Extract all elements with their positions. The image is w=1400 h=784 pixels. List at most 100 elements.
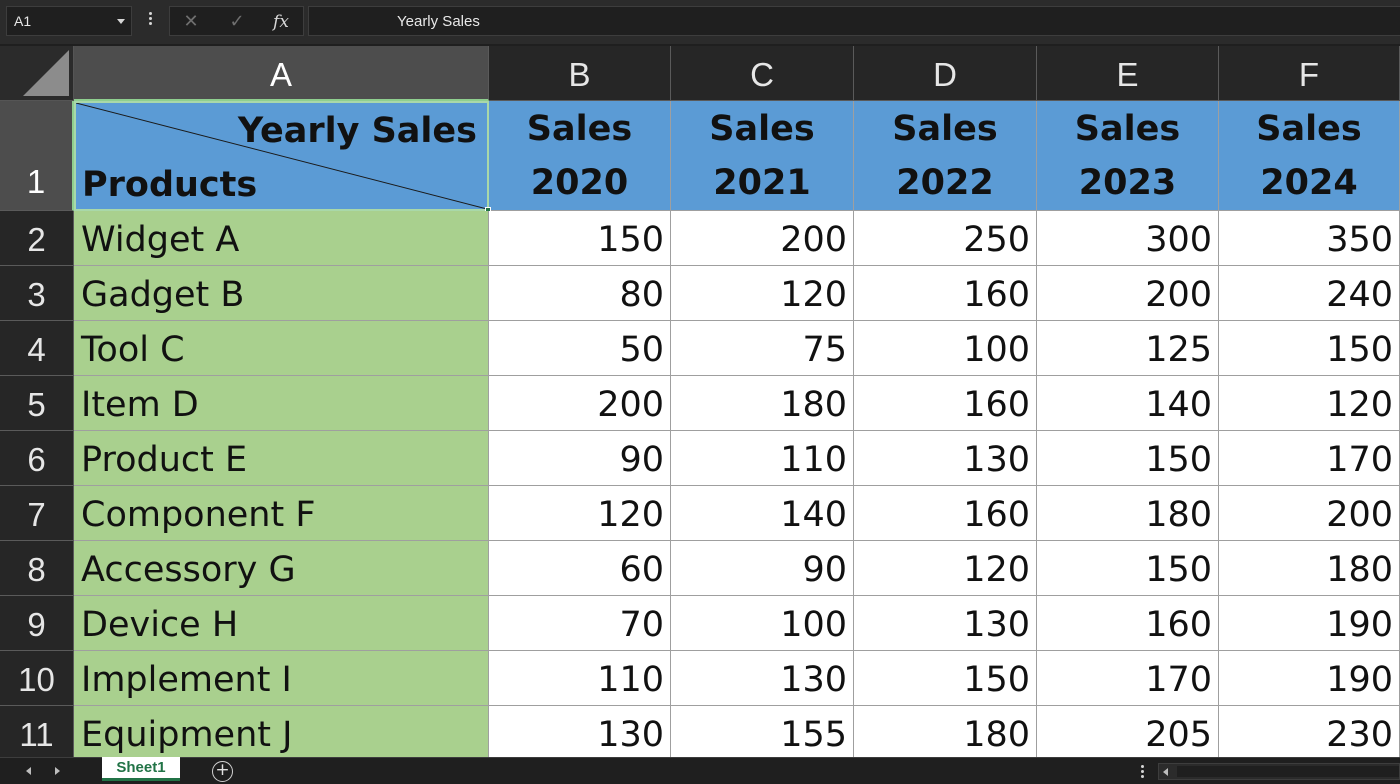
tab-bar-options-icon[interactable] bbox=[1139, 765, 1145, 781]
product-name-cell[interactable]: Accessory G bbox=[74, 541, 489, 596]
horizontal-scrollbar[interactable] bbox=[1158, 763, 1400, 780]
sales-value-cell[interactable]: 155 bbox=[671, 706, 854, 757]
column-header-e[interactable]: E bbox=[1037, 46, 1219, 101]
product-name-cell[interactable]: Widget A bbox=[74, 211, 489, 266]
product-name-cell[interactable]: Item D bbox=[74, 376, 489, 431]
formula-input[interactable]: Yearly Sales bbox=[308, 6, 1400, 36]
product-name-cell[interactable]: Implement I bbox=[74, 651, 489, 706]
row-header-7[interactable]: 7 bbox=[0, 486, 74, 541]
row-header-10[interactable]: 10 bbox=[0, 651, 74, 706]
scrollbar-thumb[interactable] bbox=[1177, 766, 1399, 777]
sales-value-cell[interactable]: 130 bbox=[489, 706, 671, 757]
scroll-tabs-left-icon[interactable] bbox=[26, 767, 31, 775]
column-header-d[interactable]: D bbox=[854, 46, 1037, 101]
row-header-9[interactable]: 9 bbox=[0, 596, 74, 651]
row-header-6[interactable]: 6 bbox=[0, 431, 74, 486]
scroll-left-icon[interactable] bbox=[1163, 768, 1168, 776]
sales-value-cell[interactable]: 300 bbox=[1037, 211, 1219, 266]
formula-bar: A1 ✕ ✓ fx Yearly Sales bbox=[0, 0, 1400, 44]
sales-value-cell[interactable]: 150 bbox=[489, 211, 671, 266]
row-header-1[interactable]: 1 bbox=[0, 101, 74, 211]
sales-value-cell[interactable]: 150 bbox=[1219, 321, 1400, 376]
sales-value-cell[interactable]: 230 bbox=[1219, 706, 1400, 757]
sales-value-cell[interactable]: 120 bbox=[854, 541, 1037, 596]
sales-value-cell[interactable]: 150 bbox=[1037, 431, 1219, 486]
sales-value-cell[interactable]: 180 bbox=[1037, 486, 1219, 541]
column-header-b[interactable]: B bbox=[489, 46, 671, 101]
sales-value-cell[interactable]: 200 bbox=[671, 211, 854, 266]
sales-value-cell[interactable]: 140 bbox=[1037, 376, 1219, 431]
sales-value-cell[interactable]: 120 bbox=[671, 266, 854, 321]
sales-value-cell[interactable]: 130 bbox=[671, 651, 854, 706]
sales-value-cell[interactable]: 170 bbox=[1037, 651, 1219, 706]
sales-value-cell[interactable]: 205 bbox=[1037, 706, 1219, 757]
column-header-c[interactable]: C bbox=[671, 46, 854, 101]
row-header-11[interactable]: 11 bbox=[0, 706, 74, 757]
sales-value-cell[interactable]: 80 bbox=[489, 266, 671, 321]
enter-icon[interactable]: ✓ bbox=[224, 10, 250, 34]
sales-value-cell[interactable]: 160 bbox=[854, 376, 1037, 431]
sales-value-cell[interactable]: 130 bbox=[854, 596, 1037, 651]
sales-value-cell[interactable]: 180 bbox=[671, 376, 854, 431]
sales-value-cell[interactable]: 110 bbox=[671, 431, 854, 486]
sales-value-cell[interactable]: 200 bbox=[489, 376, 671, 431]
column-header-a[interactable]: A bbox=[74, 46, 489, 101]
sales-value-cell[interactable]: 70 bbox=[489, 596, 671, 651]
row-header-3[interactable]: 3 bbox=[0, 266, 74, 321]
sales-value-cell[interactable]: 120 bbox=[1219, 376, 1400, 431]
sales-value-cell[interactable]: 190 bbox=[1219, 596, 1400, 651]
sales-value-cell[interactable]: 90 bbox=[671, 541, 854, 596]
sales-value-cell[interactable]: 100 bbox=[854, 321, 1037, 376]
sales-value-cell[interactable]: 150 bbox=[854, 651, 1037, 706]
sales-value-cell[interactable]: 180 bbox=[854, 706, 1037, 757]
product-name-cell[interactable]: Gadget B bbox=[74, 266, 489, 321]
product-name-cell[interactable]: Tool C bbox=[74, 321, 489, 376]
sales-value-cell[interactable]: 350 bbox=[1219, 211, 1400, 266]
sales-value-cell[interactable]: 160 bbox=[854, 486, 1037, 541]
sales-value-cell[interactable]: 150 bbox=[1037, 541, 1219, 596]
sales-value-cell[interactable]: 140 bbox=[671, 486, 854, 541]
row-header-8[interactable]: 8 bbox=[0, 541, 74, 596]
select-all-button[interactable] bbox=[0, 46, 74, 101]
sheet-tab-active[interactable]: Sheet1 bbox=[102, 757, 180, 781]
sales-value-cell[interactable]: 170 bbox=[1219, 431, 1400, 486]
sales-value-cell[interactable]: 240 bbox=[1219, 266, 1400, 321]
sales-value-cell[interactable]: 120 bbox=[489, 486, 671, 541]
sales-value-cell[interactable]: 125 bbox=[1037, 321, 1219, 376]
year-header-cell[interactable]: Sales 2023 bbox=[1037, 101, 1219, 211]
more-options-icon[interactable] bbox=[146, 12, 154, 32]
sales-value-cell[interactable]: 50 bbox=[489, 321, 671, 376]
chevron-down-icon[interactable] bbox=[117, 19, 125, 24]
row-header-4[interactable]: 4 bbox=[0, 321, 74, 376]
cancel-icon[interactable]: ✕ bbox=[178, 10, 204, 34]
product-name-cell[interactable]: Component F bbox=[74, 486, 489, 541]
product-name-cell[interactable]: Device H bbox=[74, 596, 489, 651]
sales-value-cell[interactable]: 130 bbox=[854, 431, 1037, 486]
name-box[interactable]: A1 bbox=[6, 6, 132, 36]
column-header-f[interactable]: F bbox=[1219, 46, 1400, 101]
sales-value-cell[interactable]: 75 bbox=[671, 321, 854, 376]
sales-value-cell[interactable]: 190 bbox=[1219, 651, 1400, 706]
sales-value-cell[interactable]: 110 bbox=[489, 651, 671, 706]
sales-value-cell[interactable]: 200 bbox=[1037, 266, 1219, 321]
sales-value-cell[interactable]: 90 bbox=[489, 431, 671, 486]
add-sheet-icon[interactable]: + bbox=[212, 761, 233, 782]
sales-value-cell[interactable]: 200 bbox=[1219, 486, 1400, 541]
year-header-cell[interactable]: Sales 2024 bbox=[1219, 101, 1400, 211]
product-name-cell[interactable]: Product E bbox=[74, 431, 489, 486]
cell-a1-header[interactable]: Yearly Sales Products bbox=[74, 101, 489, 211]
year-header-cell[interactable]: Sales 2022 bbox=[854, 101, 1037, 211]
sales-value-cell[interactable]: 100 bbox=[671, 596, 854, 651]
sales-value-cell[interactable]: 180 bbox=[1219, 541, 1400, 596]
row-header-2[interactable]: 2 bbox=[0, 211, 74, 266]
sales-value-cell[interactable]: 250 bbox=[854, 211, 1037, 266]
sales-value-cell[interactable]: 160 bbox=[854, 266, 1037, 321]
sales-value-cell[interactable]: 160 bbox=[1037, 596, 1219, 651]
scroll-tabs-right-icon[interactable] bbox=[55, 767, 60, 775]
insert-function-icon[interactable]: fx bbox=[268, 10, 294, 34]
row-header-5[interactable]: 5 bbox=[0, 376, 74, 431]
year-header-cell[interactable]: Sales 2020 bbox=[489, 101, 671, 211]
product-name-cell[interactable]: Equipment J bbox=[74, 706, 489, 757]
year-header-cell[interactable]: Sales 2021 bbox=[671, 101, 854, 211]
sales-value-cell[interactable]: 60 bbox=[489, 541, 671, 596]
